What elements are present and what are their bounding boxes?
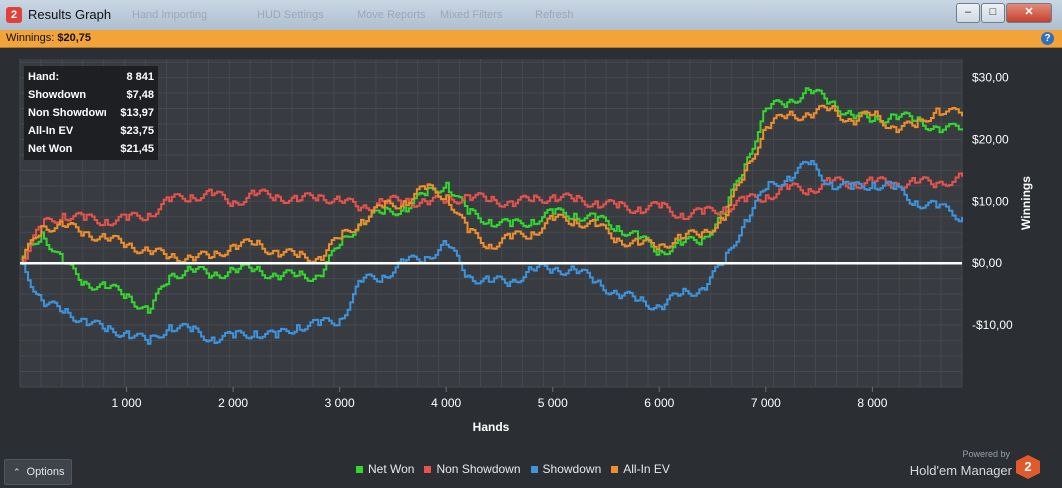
y-axis-label: Winnings (1019, 176, 1033, 230)
window-title: Results Graph (28, 7, 112, 22)
legend-item-showdown[interactable]: Showdown (530, 462, 602, 476)
legend-swatch (530, 465, 538, 473)
y-axis-ticks: $30,00 $20,00 $10,00 $0,00 -$10,00 (972, 71, 1013, 333)
close-button[interactable]: ✕ (1006, 3, 1052, 23)
stats-value: $21,45 (120, 143, 154, 155)
x-tick-label: 4 000 (431, 396, 461, 410)
ghost-toolbar-item: HUD Settings (257, 9, 324, 21)
stats-value: $23,75 (120, 125, 154, 137)
stats-value: $13,97 (120, 107, 154, 119)
stats-label: Net Won (28, 143, 73, 155)
stats-value: $7,48 (126, 89, 154, 101)
ghost-toolbar-item: Refresh (535, 9, 574, 21)
winnings-value: $20,75 (57, 32, 92, 44)
chevron-up-icon: ⌃ (13, 467, 21, 477)
legend-label: All-In EV (623, 462, 670, 476)
legend-swatch (424, 465, 432, 473)
legend-swatch (356, 465, 363, 473)
y-tick-label: $20,00 (972, 132, 1009, 146)
legend-swatch (611, 465, 619, 473)
title-bar: 2 Results Graph Hand Importing HUD Setti… (0, 0, 1062, 31)
legend-label: Showdown (542, 462, 602, 476)
help-icon[interactable]: ? (1041, 32, 1054, 45)
minimize-button[interactable]: – (956, 3, 980, 23)
chart-legend: Net Won Non Showdown Showdown All-In EV (356, 462, 670, 476)
x-axis-label: Hands (473, 420, 510, 434)
x-tick-label: 5 000 (538, 396, 568, 410)
winnings-bar: Winnings: $20,75 ? (0, 30, 1062, 48)
ghost-toolbar-item: Hand Importing (132, 9, 208, 21)
legend-item-net-won[interactable]: Net Won (356, 462, 414, 476)
stats-label: All-In EV (28, 125, 74, 137)
powered-by-text: Powered by (962, 449, 1010, 459)
stats-row-net-won: Net Won $21,45 (24, 140, 158, 158)
brand-logo-icon: 2 (1016, 455, 1040, 479)
x-tick-label: 6 000 (644, 396, 674, 410)
app-logo-icon: 2 (6, 7, 22, 23)
stats-panel: Hand: 8 841 Showdown $7,48 Non Showdown $13… (24, 66, 158, 160)
legend-label: Net Won (368, 462, 415, 476)
x-tick-label: 8 000 (857, 396, 887, 410)
y-tick-label: -$10,00 (972, 318, 1013, 332)
y-tick-label: $10,00 (972, 194, 1009, 208)
x-tick-label: 2 000 (218, 396, 248, 410)
brand-name: Hold'em Manager (909, 463, 1012, 478)
maximize-button[interactable]: □ (981, 3, 1005, 23)
stats-label: Non Showdown (28, 107, 106, 119)
x-tick-label: 3 000 (325, 396, 355, 410)
legend-item-allin-ev[interactable]: All-In EV (611, 462, 670, 476)
stats-row-hands: Hand: 8 841 (24, 68, 158, 86)
y-tick-label: $0,00 (972, 256, 1002, 270)
legend-label: Non Showdown (436, 462, 521, 476)
x-tick-label: 7 000 (751, 396, 781, 410)
stats-row-allin-ev: All-In EV $23,75 (24, 122, 158, 140)
ghost-toolbar-item: Mixed Filters (440, 9, 503, 21)
y-tick-label: $30,00 (972, 71, 1009, 85)
options-label: Options (26, 466, 65, 478)
ghost-toolbar-item: Move Reports (357, 9, 426, 21)
x-axis-ticks: 1 000 2 000 3 000 4 000 5 000 6 000 7 000 8 000 (112, 387, 888, 410)
stats-label: Hand: (28, 71, 60, 83)
stats-label: Showdown (28, 89, 87, 101)
legend-item-non-showdown[interactable]: Non Showdown (424, 462, 521, 476)
options-button[interactable]: ⌃ Options (4, 459, 72, 485)
results-graph: 1 000 2 000 3 000 4 000 5 000 6 000 7 000 8 000… (19, 59, 1033, 434)
stats-value: 8 841 (126, 71, 154, 83)
stats-row-non-showdown: Non Showdown $13,97 (24, 104, 158, 122)
winnings-label-text: Winnings: (6, 32, 55, 44)
x-tick-label: 1 000 (112, 396, 142, 410)
bottom-bar: ⌃ Options Net Won Non Showdown Showdown A… (0, 449, 1062, 488)
winnings-label: Winnings: $20,75 (6, 32, 91, 44)
stats-row-showdown: Showdown $7,48 (24, 86, 158, 104)
